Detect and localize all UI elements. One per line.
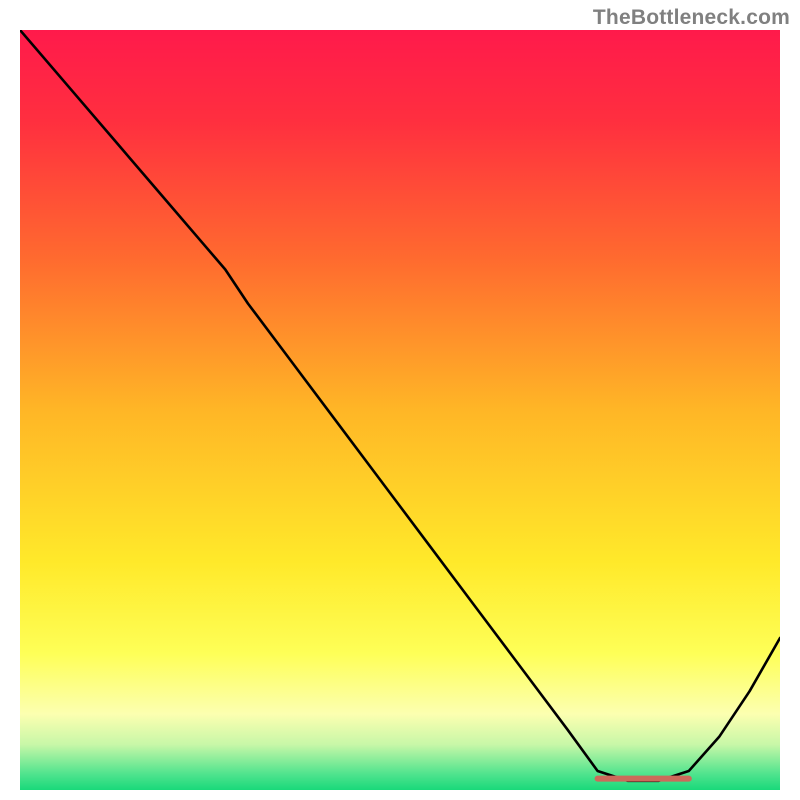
chart-plot [20, 30, 780, 790]
watermark-text: TheBottleneck.com [593, 6, 790, 30]
chart-wrap: TheBottleneck.com [0, 0, 800, 800]
chart-svg [20, 30, 780, 790]
chart-background [20, 30, 780, 790]
